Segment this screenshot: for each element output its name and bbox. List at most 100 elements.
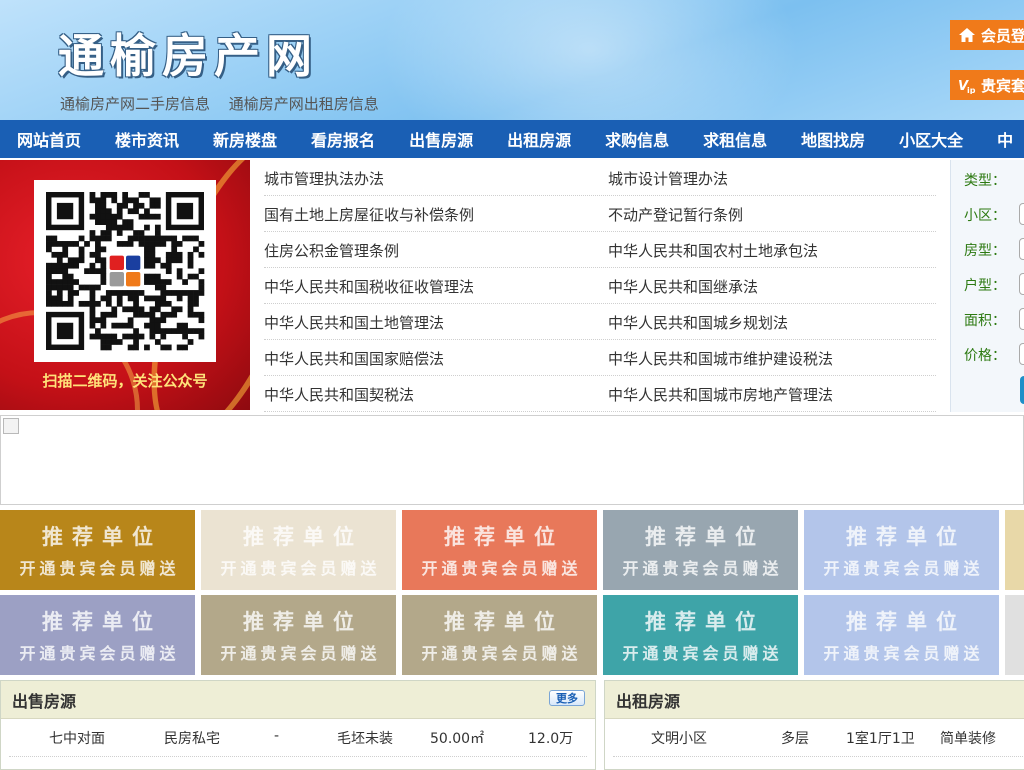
law-link[interactable]: 城市设计管理办法	[608, 168, 728, 189]
vip-package-label: 贵宾套	[981, 76, 1024, 95]
law-links: 城市管理执法办法 城市设计管理办法 国有土地上房屋征收与补偿条例 不动产登记暂行…	[250, 160, 950, 412]
listing-layout: 1室1厅1卫	[846, 731, 915, 747]
tile-title: 推荐单位	[444, 525, 564, 549]
nav-for-rent[interactable]: 出租房源	[490, 120, 588, 158]
listing-row[interactable]: 文明小区 多层 1室1厅1卫 简单装修	[613, 719, 1023, 757]
listing-decoration: 毛坯未装	[337, 731, 393, 747]
tile-title: 推荐单位	[42, 610, 162, 634]
nav-wanted-rent[interactable]: 求租信息	[686, 120, 784, 158]
layout-select[interactable]	[1019, 273, 1024, 295]
rent-listings-panel: 出租房源 文明小区 多层 1室1厅1卫 简单装修	[604, 680, 1024, 770]
tile-subtitle: 开通贵宾会员赠送	[19, 559, 180, 578]
law-link[interactable]: 住房公积金管理条例	[264, 240, 399, 261]
tile-title: 推荐单位	[42, 525, 162, 549]
nav-wanted-buy[interactable]: 求购信息	[588, 120, 686, 158]
law-row: 中华人民共和国契税法 中华人民共和国城市房地产管理法	[264, 376, 936, 412]
ad-banner[interactable]	[0, 415, 1024, 505]
broken-image-icon	[3, 418, 19, 434]
law-link[interactable]: 中华人民共和国继承法	[608, 276, 758, 297]
home-icon	[958, 26, 976, 44]
sublink-rental[interactable]: 通榆房产网出租房信息	[229, 95, 379, 113]
listing-layout: -	[274, 728, 280, 744]
nav-for-sale[interactable]: 出售房源	[392, 120, 490, 158]
sale-panel-title: 出售房源	[12, 691, 77, 711]
site-header: 通榆房产网 通榆房产网二手房信息 通榆房产网出租房信息 会员登 Vip 贵宾套	[0, 0, 1024, 120]
law-link[interactable]: 中华人民共和国城乡规划法	[608, 312, 788, 333]
law-row: 住房公积金管理条例 中华人民共和国农村土地承包法	[264, 232, 936, 268]
listing-price: 12.0万	[528, 731, 574, 747]
law-link[interactable]: 中华人民共和国契税法	[264, 384, 414, 405]
listing-property-type: 多层	[781, 731, 809, 747]
recommend-tile[interactable]: 推荐单位 开通贵宾会员赠送	[201, 595, 396, 675]
type-label: 类型：	[964, 173, 1006, 189]
rent-panel-header: 出租房源	[605, 681, 1024, 719]
nav-home[interactable]: 网站首页	[0, 120, 98, 158]
community-label: 小区：	[964, 208, 1006, 224]
qr-banner: 扫描二维码，关注公众号	[0, 160, 250, 410]
room-type-select[interactable]	[1019, 238, 1024, 260]
room-type-label: 房型：	[964, 243, 1006, 259]
tile-title: 推荐单位	[846, 525, 966, 549]
qr-caption: 扫描二维码，关注公众号	[42, 372, 208, 390]
law-link[interactable]: 城市管理执法办法	[264, 168, 384, 189]
law-row: 中华人民共和国国家赔偿法 中华人民共和国城市维护建设税法	[264, 340, 936, 376]
price-select[interactable]	[1019, 343, 1024, 365]
recommend-tile[interactable]: 推荐单位 开通贵宾会员赠送	[603, 595, 798, 675]
law-link[interactable]: 中华人民共和国土地管理法	[264, 312, 444, 333]
recommend-tile[interactable]: 推荐单位 开通贵宾会员赠送	[603, 510, 798, 590]
law-link[interactable]: 中华人民共和国国家赔偿法	[264, 348, 444, 369]
search-button[interactable]	[1020, 376, 1024, 404]
site-title[interactable]: 通榆房产网	[58, 20, 318, 86]
tile-subtitle: 开通贵宾会员赠送	[622, 559, 783, 578]
recommend-tile[interactable]: 推荐单位 开通贵宾会员赠送	[201, 510, 396, 590]
recommend-tile[interactable]: 推荐单位 开通贵宾会员赠送	[0, 510, 195, 590]
nav-communities[interactable]: 小区大全	[882, 120, 980, 158]
area-label: 面积：	[964, 313, 1006, 329]
recommend-tile[interactable]	[1005, 510, 1024, 590]
member-login-label: 会员登	[981, 26, 1024, 45]
nav-market-news[interactable]: 楼市资讯	[98, 120, 196, 158]
listing-property-type: 民房私宅	[164, 731, 220, 747]
nav-more[interactable]: 中	[980, 120, 1024, 158]
recommend-tile[interactable]: 推荐单位 开通贵宾会员赠送	[402, 595, 597, 675]
member-login-button[interactable]: 会员登	[950, 20, 1024, 50]
tile-subtitle: 开通贵宾会员赠送	[823, 644, 984, 663]
community-input[interactable]	[1019, 203, 1024, 225]
listing-area: 50.00㎡	[430, 731, 485, 747]
tile-title: 推荐单位	[645, 610, 765, 634]
listing-row[interactable]: 七中对面 民房私宅 - 毛坯未装 50.00㎡ 12.0万	[9, 719, 587, 757]
tile-title: 推荐单位	[243, 525, 363, 549]
layout-label: 户型：	[964, 278, 1006, 294]
recommend-tile[interactable]: 推荐单位 开通贵宾会员赠送	[804, 595, 999, 675]
header-glow	[380, 0, 800, 120]
sublink-secondhand[interactable]: 通榆房产网二手房信息	[60, 95, 210, 113]
law-link[interactable]: 中华人民共和国农村土地承包法	[608, 240, 818, 261]
law-link[interactable]: 不动产登记暂行条例	[608, 204, 743, 225]
tile-subtitle: 开通贵宾会员赠送	[823, 559, 984, 578]
vip-package-button[interactable]: Vip 贵宾套	[950, 70, 1024, 100]
more-button[interactable]: 更多	[549, 690, 585, 706]
nav-map-search[interactable]: 地图找房	[784, 120, 882, 158]
area-select[interactable]	[1019, 308, 1024, 330]
tile-subtitle: 开通贵宾会员赠送	[19, 644, 180, 663]
price-label: 价格：	[964, 348, 1006, 364]
law-link[interactable]: 中华人民共和国税收征收管理法	[264, 276, 474, 297]
tile-subtitle: 开通贵宾会员赠送	[421, 559, 582, 578]
law-link[interactable]: 中华人民共和国城市维护建设税法	[608, 348, 833, 369]
law-row: 城市管理执法办法 城市设计管理办法	[264, 160, 936, 196]
law-link[interactable]: 中华人民共和国城市房地产管理法	[608, 384, 833, 405]
tile-title: 推荐单位	[243, 610, 363, 634]
law-link[interactable]: 国有土地上房屋征收与补偿条例	[264, 204, 474, 225]
qr-code	[34, 180, 216, 362]
tile-subtitle: 开通贵宾会员赠送	[220, 559, 381, 578]
nav-new-homes[interactable]: 新房楼盘	[196, 120, 294, 158]
recommend-tile[interactable]	[1005, 595, 1024, 675]
tile-title: 推荐单位	[444, 610, 564, 634]
recommend-tile[interactable]: 推荐单位 开通贵宾会员赠送	[0, 595, 195, 675]
sale-listings-panel: 出售房源 更多 七中对面 民房私宅 - 毛坯未装 50.00㎡ 12.0万	[0, 680, 596, 770]
recommend-tile[interactable]: 推荐单位 开通贵宾会员赠送	[402, 510, 597, 590]
nav-viewing-signup[interactable]: 看房报名	[294, 120, 392, 158]
tile-title: 推荐单位	[846, 610, 966, 634]
recommend-tile[interactable]: 推荐单位 开通贵宾会员赠送	[804, 510, 999, 590]
law-row: 中华人民共和国税收征收管理法 中华人民共和国继承法	[264, 268, 936, 304]
